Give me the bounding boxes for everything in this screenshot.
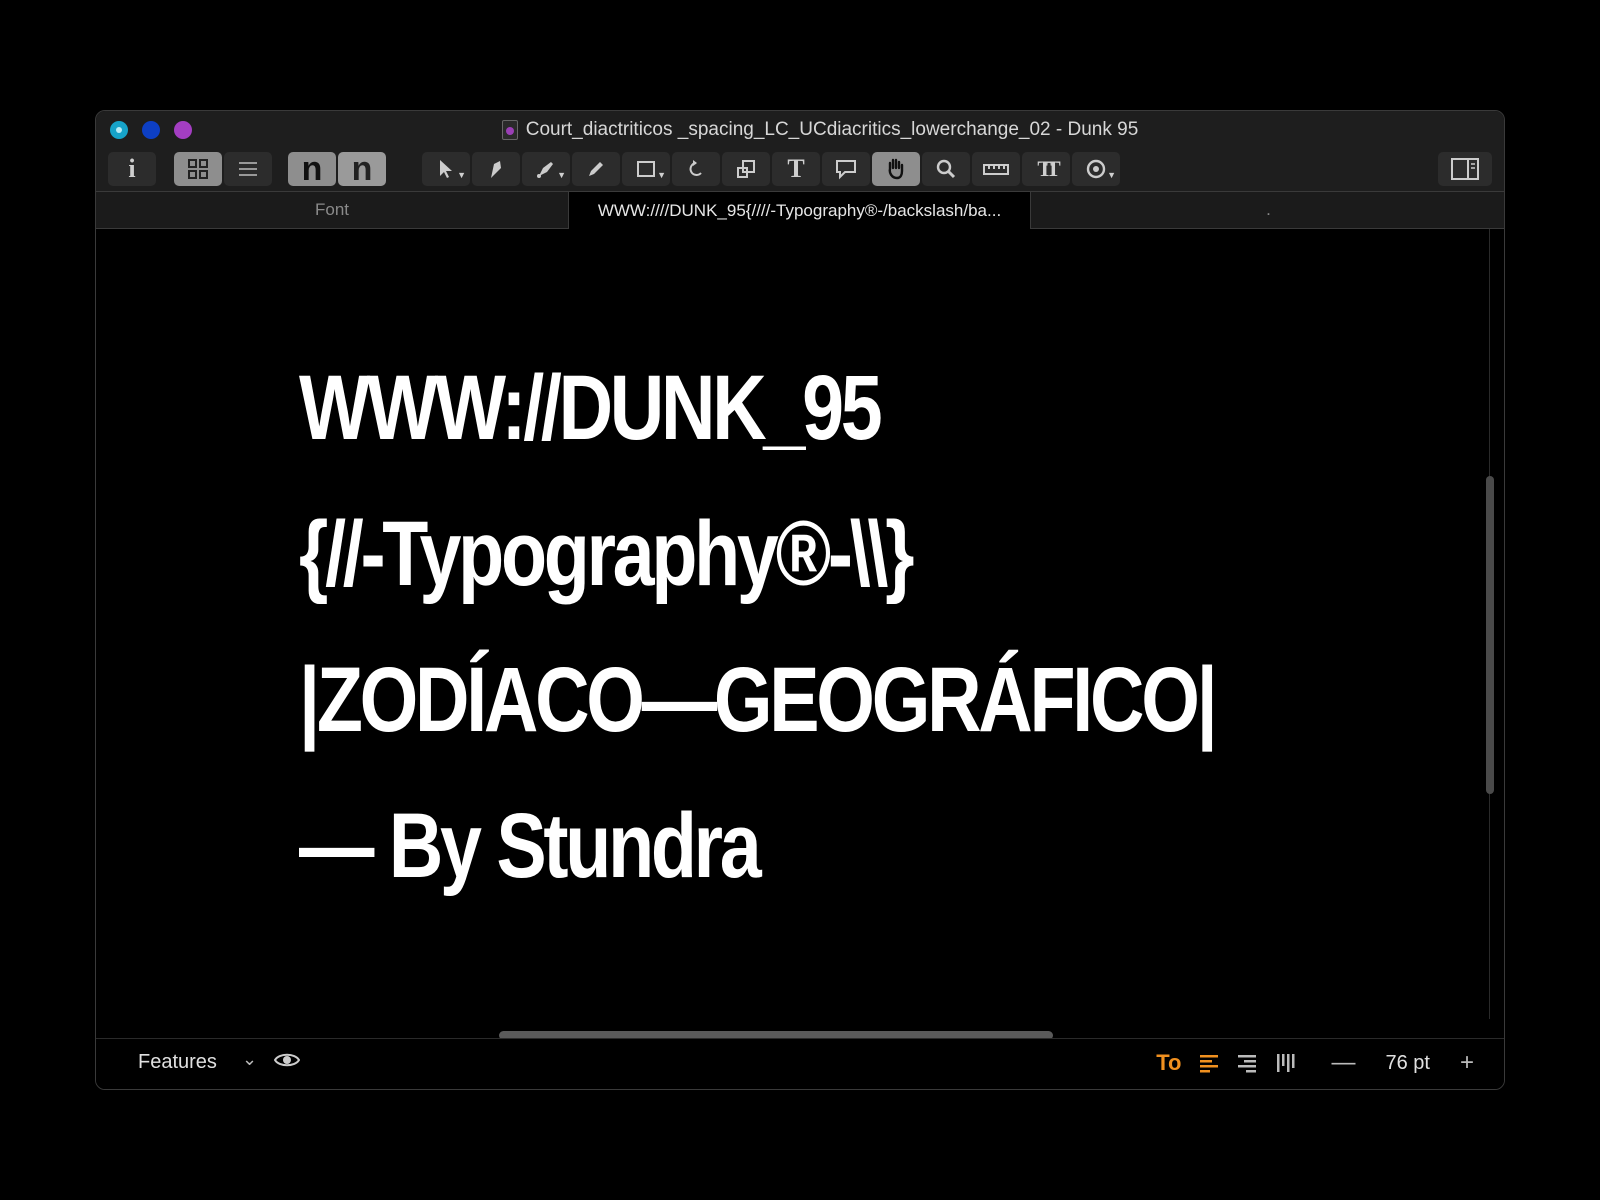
tab-bar: Font WWW:////DUNK_95{////-Typography®-/b…: [96, 192, 1504, 229]
edit-canvas[interactable]: WWW://DUNK_95 {//-Typography®-\\} |ZODÍA…: [96, 229, 1490, 1019]
status-right-group: To — 76 pt +: [1156, 1049, 1474, 1077]
draw-tool[interactable]: ▼: [522, 152, 570, 186]
speech-bubble-icon: [836, 160, 856, 180]
magnifier-icon: [936, 159, 956, 179]
text-options-icon[interactable]: To: [1156, 1050, 1181, 1076]
window-title-group: Court_diactriticos _spacing_LC_UCdiacrit…: [96, 111, 1504, 149]
metrics-tool[interactable]: TT: [1022, 152, 1070, 186]
tab-extra[interactable]: .: [1031, 192, 1504, 228]
eye-icon[interactable]: [274, 1051, 300, 1069]
rectangle-tool[interactable]: ▼: [622, 152, 670, 186]
grid-view-button[interactable]: [174, 152, 222, 186]
text-icon: T: [787, 154, 805, 183]
arrow-cursor-icon: [440, 160, 452, 178]
ruler-icon: [983, 164, 1009, 175]
pencil-tool[interactable]: [572, 152, 620, 186]
rotate-tool[interactable]: [672, 152, 720, 186]
select-tool[interactable]: ▼: [422, 152, 470, 186]
caret-down-icon: ▼: [1107, 170, 1116, 180]
window-title: Court_diactriticos _spacing_LC_UCdiacrit…: [525, 119, 1139, 140]
increase-size-button[interactable]: +: [1460, 1049, 1474, 1077]
rectangle-icon: [637, 161, 655, 177]
text-tool[interactable]: T: [772, 152, 820, 186]
document-icon: [501, 120, 518, 140]
scale-tool[interactable]: [722, 152, 770, 186]
zoom-tool[interactable]: [922, 152, 970, 186]
tab-font[interactable]: Font: [96, 192, 568, 228]
align-left-icon[interactable]: [1198, 1052, 1220, 1074]
titlebar: Court_diactriticos _spacing_LC_UCdiacrit…: [96, 111, 1504, 149]
grid-icon: [188, 159, 208, 179]
scale-icon: [737, 160, 755, 178]
pen-icon: [537, 162, 553, 178]
pen-tool[interactable]: [472, 152, 520, 186]
list-icon: [239, 162, 257, 176]
text-line-1: WWW://DUNK_95: [299, 357, 883, 459]
sidebar-icon: [1451, 158, 1479, 180]
annotation-tool[interactable]: [822, 152, 870, 186]
pen-nib-icon: [491, 161, 501, 178]
vertical-scrollbar[interactable]: [1486, 476, 1494, 794]
sidebar-toggle-button[interactable]: [1438, 152, 1492, 186]
tools-group: ▼ ▼ ▼ T TT ▼: [422, 152, 1120, 186]
view-mode-group: [174, 152, 272, 186]
hand-tool[interactable]: [872, 152, 920, 186]
text-line-3: |ZODÍACO—GEOGRÁFICO|: [299, 649, 1218, 751]
vertical-text-icon[interactable]: [1274, 1052, 1296, 1074]
text-line-2: {//-Typography®-\\}: [299, 503, 914, 605]
sample-text[interactable]: WWW://DUNK_95 {//-Typography®-\\} |ZODÍA…: [299, 335, 1218, 919]
caret-down-icon: ▼: [457, 170, 466, 180]
tt-icon: TT: [1037, 156, 1060, 181]
align-right-icon[interactable]: [1236, 1052, 1258, 1074]
preview-options-button[interactable]: ▼: [1072, 152, 1120, 186]
caret-down-icon: ▼: [557, 170, 566, 180]
tab-text-preview[interactable]: WWW:////DUNK_95{////-Typography®-/backsl…: [568, 192, 1031, 229]
status-bar: Features ⌄ To — 76 pt +: [96, 1038, 1504, 1089]
text-line-4: — By Stundra: [299, 795, 762, 897]
pencil-icon: [589, 162, 603, 176]
list-view-button[interactable]: [224, 152, 272, 186]
rotate-icon: [689, 160, 702, 176]
measure-tool[interactable]: [972, 152, 1020, 186]
chevron-down-icon[interactable]: ⌄: [242, 1049, 257, 1070]
app-window: Court_diactriticos _spacing_LC_UCdiacrit…: [95, 110, 1505, 1090]
glyph-mode-group: n n: [288, 152, 386, 186]
sidebar-group: [1438, 152, 1492, 186]
font-size-value[interactable]: 76 pt: [1386, 1052, 1430, 1075]
info-group: i: [108, 152, 156, 186]
glyph-mode-n-active[interactable]: n: [288, 152, 336, 186]
decrease-size-button[interactable]: —: [1332, 1049, 1356, 1077]
caret-down-icon: ▼: [657, 170, 666, 180]
info-icon: i: [128, 154, 136, 183]
hand-icon: [888, 158, 904, 180]
features-dropdown[interactable]: Features: [138, 1051, 217, 1074]
eye-circle-icon: [1086, 159, 1106, 179]
toolbar: i n n ▼ ▼ ▼ T TT ▼: [96, 149, 1504, 192]
glyph-mode-n[interactable]: n: [338, 152, 386, 186]
info-button[interactable]: i: [108, 152, 156, 186]
